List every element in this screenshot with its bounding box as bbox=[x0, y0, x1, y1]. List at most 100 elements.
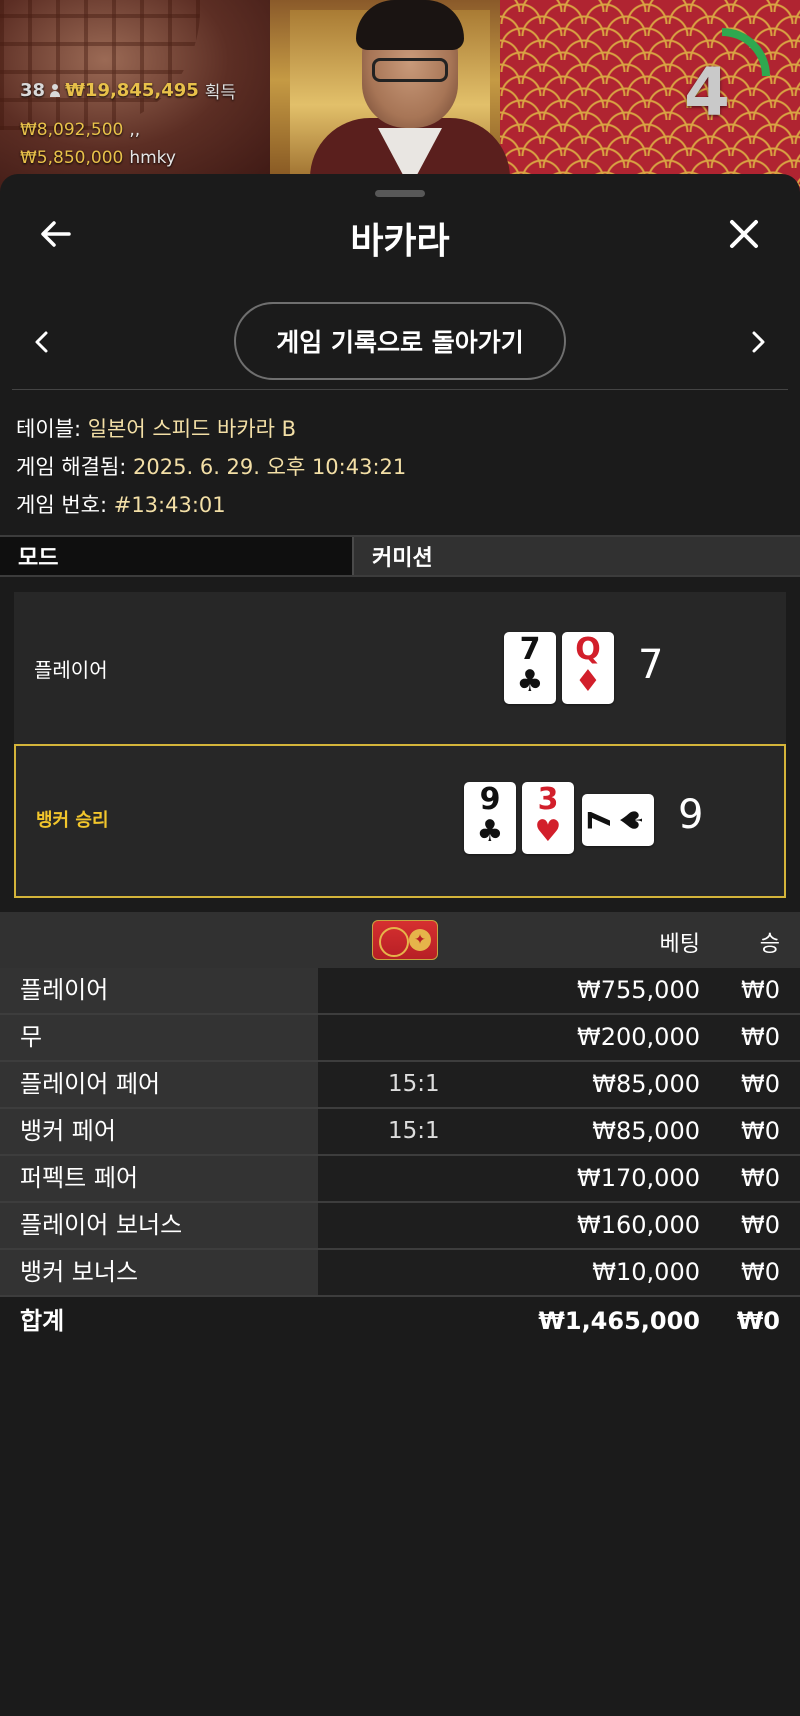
winner-name: hmky bbox=[129, 148, 176, 168]
playing-card: 9 ♣ bbox=[464, 782, 516, 854]
total-row: 합계 ₩1,465,000 ₩0 bbox=[0, 1297, 800, 1345]
sheet-header: 바카라 bbox=[0, 204, 800, 264]
winner-item: ₩5,850,000 hmky bbox=[20, 144, 176, 172]
bet-name: 퍼펙트 페어 bbox=[0, 1156, 318, 1201]
winners-list: ₩8,092,500,, ₩5,850,000 hmky bbox=[20, 116, 176, 172]
winner-amount: ₩5,850,000 bbox=[20, 148, 124, 168]
bets-table: ✦ 베팅 승 플레이어 ₩755,000 ₩0 무 ₩200,000 ₩0 플레… bbox=[0, 912, 800, 1345]
bet-row: 플레이어 보너스 ₩160,000 ₩0 bbox=[0, 1203, 800, 1250]
bet-win: ₩0 bbox=[741, 976, 780, 1004]
bet-name: 플레이어 보너스 bbox=[0, 1203, 318, 1248]
heart-icon: ♥ bbox=[534, 814, 562, 849]
banker-win-label: 뱅커 승리 bbox=[36, 810, 109, 831]
bet-row: 무 ₩200,000 ₩0 bbox=[0, 1015, 800, 1062]
card-rank: Q bbox=[575, 632, 601, 667]
winner-amount: ₩8,092,500 bbox=[20, 120, 124, 140]
table-info: 테이블: 일본어 스피드 바카라 B bbox=[16, 410, 406, 448]
bet-amount: ₩85,000 bbox=[592, 1070, 700, 1098]
bet-amount: ₩160,000 bbox=[577, 1211, 700, 1239]
dealer-hair bbox=[356, 0, 464, 50]
bet-row: 플레이어 페어 15:1 ₩85,000 ₩0 bbox=[0, 1062, 800, 1109]
bet-win: ₩0 bbox=[741, 1023, 780, 1051]
bet-win: ₩0 bbox=[741, 1211, 780, 1239]
playing-card: 7 ♣ bbox=[504, 632, 556, 704]
chevron-left-icon[interactable] bbox=[28, 326, 56, 358]
bet-odds: 15:1 bbox=[388, 1071, 440, 1097]
resolved-info: 게임 해결됨: 2025. 6. 29. 오후 10:43:21 bbox=[16, 448, 406, 486]
total-win: ₩0 bbox=[736, 1307, 780, 1335]
bet-win: ₩0 bbox=[741, 1258, 780, 1286]
countdown-number: 4 bbox=[684, 54, 730, 131]
playing-card-sideways: 7 ♠ bbox=[582, 794, 654, 846]
win-column-header: 승 bbox=[759, 932, 780, 957]
bet-amount: ₩755,000 bbox=[577, 976, 700, 1004]
mode-value: 커미션 bbox=[352, 537, 800, 575]
bet-name: 무 bbox=[0, 1015, 318, 1060]
game-number-label: 게임 번호: bbox=[16, 493, 108, 517]
bets-table-header: ✦ 베팅 승 bbox=[0, 912, 800, 968]
bet-column-header: 베팅 bbox=[659, 932, 700, 957]
playing-card: Q ♦ bbox=[562, 632, 614, 704]
gain-label: 획득 bbox=[204, 83, 237, 103]
table-value: 일본어 스피드 바카라 B bbox=[87, 417, 297, 441]
divider bbox=[12, 389, 788, 390]
bet-row: 뱅커 보너스 ₩10,000 ₩0 bbox=[0, 1250, 800, 1297]
bet-amount: ₩170,000 bbox=[577, 1164, 700, 1192]
person-icon bbox=[49, 83, 61, 98]
back-to-history-button[interactable]: 게임 기록으로 돌아가기 bbox=[234, 302, 566, 380]
diamond-icon: ♦ bbox=[574, 664, 602, 699]
bet-amount: ₩200,000 bbox=[577, 1023, 700, 1051]
club-icon: ♣ bbox=[476, 814, 504, 849]
total-won: ₩19,845,495 bbox=[65, 80, 199, 101]
player-score: 7 bbox=[638, 642, 664, 688]
round-stats: 38 ₩19,845,495 획득 bbox=[20, 78, 236, 103]
bet-row: 뱅커 페어 15:1 ₩85,000 ₩0 bbox=[0, 1109, 800, 1156]
bet-amount: ₩10,000 bbox=[592, 1258, 700, 1286]
spade-icon: ♠ bbox=[615, 806, 650, 834]
bet-name: 플레이어 bbox=[0, 968, 318, 1013]
winner-name: ,, bbox=[129, 120, 141, 140]
bet-name: 뱅커 페어 bbox=[0, 1109, 318, 1154]
close-icon[interactable] bbox=[726, 216, 762, 252]
bet-amount: ₩85,000 bbox=[592, 1117, 700, 1145]
resolved-value: 2025. 6. 29. 오후 10:43:21 bbox=[133, 455, 407, 479]
dealer-glasses bbox=[372, 58, 448, 82]
players-count: 38 bbox=[20, 80, 46, 101]
resolved-label: 게임 해결됨: bbox=[16, 455, 127, 479]
card-rank: 7 bbox=[583, 809, 618, 831]
bet-odds: 15:1 bbox=[388, 1118, 440, 1144]
bet-win: ₩0 bbox=[741, 1164, 780, 1192]
total-label: 합계 bbox=[20, 1307, 65, 1335]
history-navigation: 게임 기록으로 돌아가기 bbox=[0, 302, 800, 382]
bet-name: 플레이어 페어 bbox=[0, 1062, 318, 1107]
banker-score: 9 bbox=[678, 792, 704, 838]
live-video: 38 ₩19,845,495 획득 ₩8,092,500,, ₩5,850,00… bbox=[0, 0, 800, 200]
sheet-drag-handle[interactable] bbox=[375, 190, 425, 197]
winner-item: ₩8,092,500,, bbox=[20, 116, 176, 144]
card-rank: 3 bbox=[537, 782, 559, 817]
banker-hand: 뱅커 승리 9 ♣ 3 ♥ 7 ♠ 9 bbox=[14, 744, 786, 898]
bet-row: 퍼펙트 페어 ₩170,000 ₩0 bbox=[0, 1156, 800, 1203]
card-rank: 7 bbox=[519, 632, 541, 667]
card-rank: 9 bbox=[479, 782, 501, 817]
club-icon: ♣ bbox=[516, 664, 544, 699]
game-info: 테이블: 일본어 스피드 바카라 B 게임 해결됨: 2025. 6. 29. … bbox=[16, 410, 406, 524]
playing-card: 3 ♥ bbox=[522, 782, 574, 854]
promo-envelope-icon: ✦ bbox=[372, 920, 438, 960]
mode-label: 모드 bbox=[0, 537, 352, 575]
game-number-info: 게임 번호: #13:43:01 bbox=[16, 486, 406, 524]
bet-name: 뱅커 보너스 bbox=[0, 1250, 318, 1295]
player-label: 플레이어 bbox=[34, 658, 108, 682]
total-amount: ₩1,465,000 bbox=[538, 1307, 700, 1335]
game-number-value: #13:43:01 bbox=[113, 493, 226, 517]
bet-win: ₩0 bbox=[741, 1117, 780, 1145]
bet-win: ₩0 bbox=[741, 1070, 780, 1098]
coin-icon: ✦ bbox=[409, 929, 431, 951]
chevron-right-icon[interactable] bbox=[744, 326, 772, 358]
bet-row: 플레이어 ₩755,000 ₩0 bbox=[0, 968, 800, 1015]
mode-row: 모드 커미션 bbox=[0, 535, 800, 577]
page-title: 바카라 bbox=[350, 221, 450, 262]
player-hand: 플레이어 7 ♣ Q ♦ 7 bbox=[14, 592, 786, 744]
game-history-sheet: 바카라 게임 기록으로 돌아가기 테이블: 일본어 스피드 바카라 B 게임 해… bbox=[0, 174, 800, 1716]
table-label: 테이블: bbox=[16, 417, 82, 441]
